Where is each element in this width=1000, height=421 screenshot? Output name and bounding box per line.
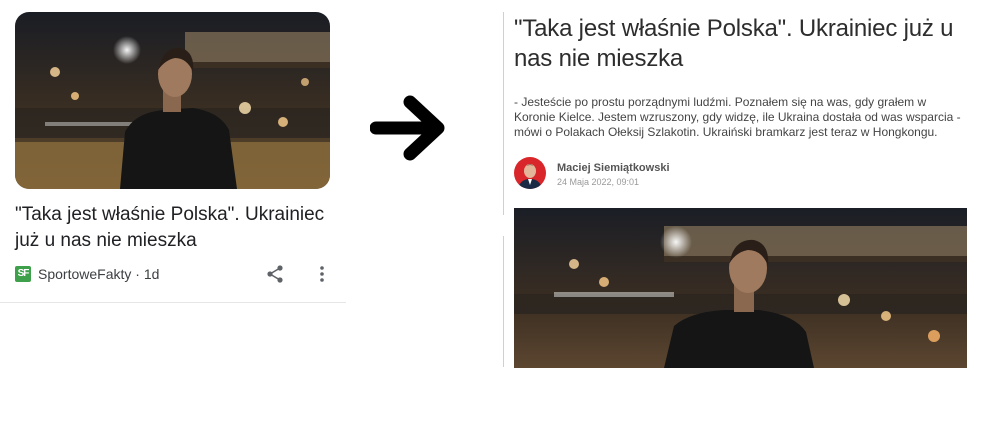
publish-date: 24 Maja 2022, 09:01 (557, 177, 640, 187)
card-headline[interactable]: "Taka jest właśnie Polska". Ukrainiec ju… (15, 202, 335, 254)
article-lead: - Jesteście po prostu porządnymi ludźmi.… (514, 95, 961, 139)
more-vert-icon[interactable] (312, 264, 332, 284)
source-logo: SF (15, 266, 31, 282)
right-arrow-icon (370, 92, 456, 164)
article-hero-image (514, 208, 967, 368)
article-divider-line (503, 12, 504, 215)
author-name[interactable]: Maciej Siemiątkowski (557, 162, 670, 174)
source-and-age: SportoweFakty · 1d (38, 266, 160, 282)
share-icon[interactable] (265, 264, 285, 284)
article-divider-line (503, 236, 504, 367)
card-thumbnail[interactable] (15, 12, 330, 189)
article-headline: "Taka jest właśnie Polska". Ukrainiec ju… (514, 15, 954, 72)
news-feed-card[interactable]: "Taka jest właśnie Polska". Ukrainiec ju… (0, 0, 346, 303)
author-avatar[interactable] (514, 157, 546, 189)
